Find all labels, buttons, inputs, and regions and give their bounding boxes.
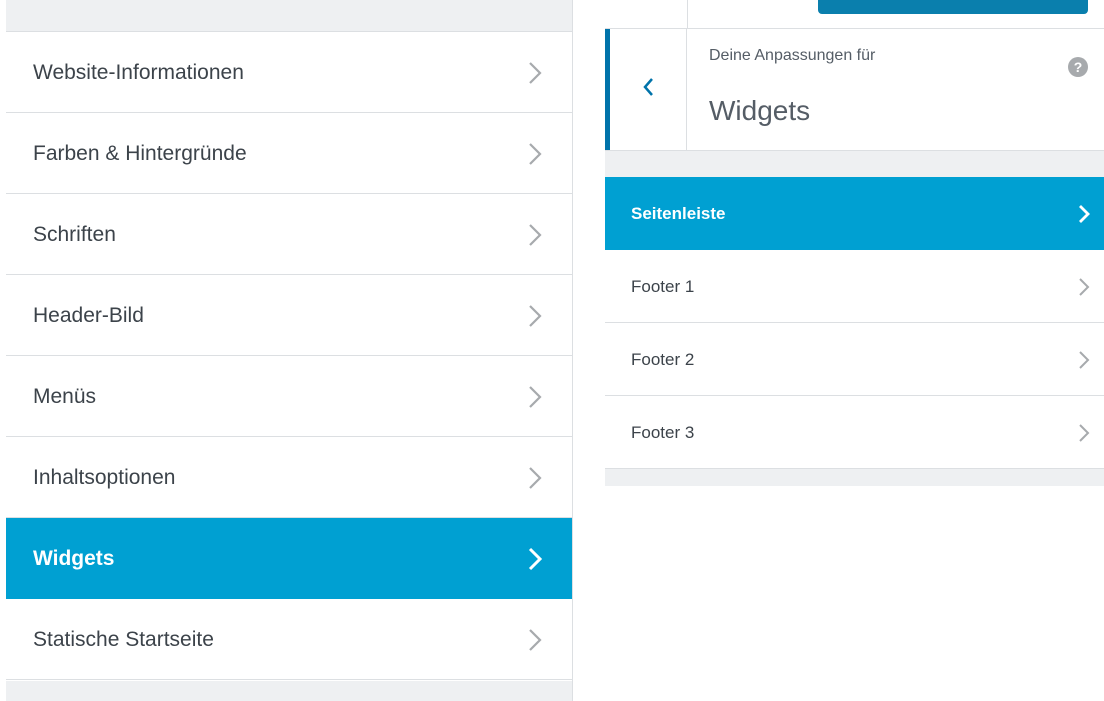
panel-item-label: Website-Informationen	[33, 61, 244, 84]
panel-item-label: Statische Startseite	[33, 628, 214, 651]
panel-item-label: Schriften	[33, 223, 116, 246]
section-gap	[605, 151, 1104, 177]
customizer-panels: Website-Informationen Farben & Hintergrü…	[6, 0, 573, 701]
panel-item-label: Inhaltsoptionen	[33, 466, 176, 489]
section-header: Deine Anpassungen für Widgets ?	[605, 28, 1104, 151]
chevron-right-icon	[528, 599, 542, 680]
widget-area-label: Footer 1	[631, 277, 695, 296]
chevron-right-icon	[528, 194, 542, 275]
panel-item-widgets[interactable]: Widgets	[6, 518, 572, 599]
widget-list-bottom-strip	[605, 469, 1104, 486]
section-subtitle: Deine Anpassungen für	[709, 47, 876, 64]
back-button[interactable]	[605, 29, 687, 150]
panel-top-strip	[6, 0, 572, 32]
panel-item-label: Widgets	[33, 547, 115, 570]
chevron-right-icon	[528, 437, 542, 518]
widget-area-footer-2[interactable]: Footer 2	[605, 323, 1104, 396]
widget-area-label: Footer 2	[631, 350, 695, 369]
chevron-left-icon	[642, 77, 654, 102]
chevron-right-icon	[528, 113, 542, 194]
panel-item-schriften[interactable]: Schriften	[6, 194, 572, 275]
widget-area-label: Footer 3	[631, 423, 695, 442]
panel-item-label: Farben & Hintergründe	[33, 142, 247, 165]
header-divider	[687, 0, 688, 28]
panel-item-website-informationen[interactable]: Website-Informationen	[6, 32, 572, 113]
widget-area-footer-1[interactable]: Footer 1	[605, 250, 1104, 323]
publish-button[interactable]	[818, 0, 1088, 14]
chevron-right-icon	[1078, 177, 1090, 250]
widget-area-seitenleiste[interactable]: Seitenleiste	[605, 177, 1104, 250]
chevron-right-icon	[528, 32, 542, 113]
chevron-right-icon	[528, 518, 542, 599]
panel-item-label: Header-Bild	[33, 304, 144, 327]
panel-item-label: Menüs	[33, 385, 97, 408]
panel-bottom-strip	[6, 681, 572, 701]
chevron-right-icon	[1078, 250, 1090, 323]
widget-area-list: Seitenleiste Footer 1 Footer 2 Footer 3	[605, 177, 1104, 469]
widgets-panel: Deine Anpassungen für Widgets ? Seitenle…	[605, 0, 1104, 701]
panel-item-header-bild[interactable]: Header-Bild	[6, 275, 572, 356]
help-icon[interactable]: ?	[1068, 57, 1088, 77]
chevron-right-icon	[528, 356, 542, 437]
panel-item-menues[interactable]: Menüs	[6, 356, 572, 437]
panel-item-statische-startseite[interactable]: Statische Startseite	[6, 599, 572, 680]
panel-item-inhaltsoptionen[interactable]: Inhaltsoptionen	[6, 437, 572, 518]
section-title: Widgets	[709, 95, 811, 126]
panel-list: Website-Informationen Farben & Hintergrü…	[6, 32, 572, 680]
customizer-header	[605, 0, 1104, 28]
chevron-right-icon	[528, 275, 542, 356]
widget-area-footer-3[interactable]: Footer 3	[605, 396, 1104, 469]
chevron-right-icon	[1078, 323, 1090, 396]
widget-area-label: Seitenleiste	[631, 204, 726, 223]
chevron-right-icon	[1078, 396, 1090, 469]
panel-item-farben-hintergruende[interactable]: Farben & Hintergründe	[6, 113, 572, 194]
